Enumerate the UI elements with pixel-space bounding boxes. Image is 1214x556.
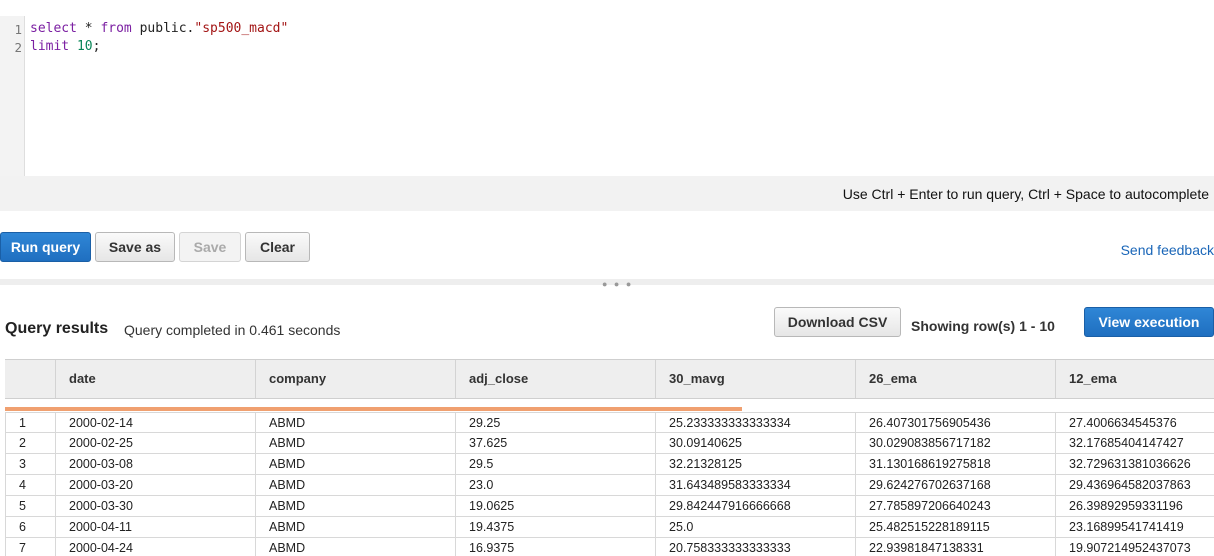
row-index-header	[5, 360, 55, 398]
column-header-date[interactable]: date	[55, 360, 255, 398]
row-index: 5	[5, 496, 55, 516]
keyboard-hint: Use Ctrl + Enter to run query, Ctrl + Sp…	[842, 186, 1209, 202]
table-cell: ABMD	[255, 433, 455, 453]
results-title: Query results	[5, 320, 109, 337]
table-cell: 32.729631381036626	[1055, 454, 1214, 474]
table-row: 7 2000-04-24 ABMD 16.9375 20.758333333333333…	[5, 538, 1214, 556]
code-token: "sp500_macd"	[194, 21, 289, 36]
query-status: Query completed in 0.461 seconds	[124, 322, 341, 338]
table-cell: 20.758333333333333	[655, 538, 855, 556]
table-cell: 2000-04-11	[55, 517, 255, 537]
row-index: 3	[5, 454, 55, 474]
code-token: *	[76, 21, 101, 36]
table-cell: 2000-03-20	[55, 475, 255, 495]
view-execution-button[interactable]: View execution	[1084, 307, 1214, 337]
table-cell: 23.16899541741419	[1055, 517, 1214, 537]
row-index: 1	[5, 413, 55, 433]
table-cell: 29.25	[455, 413, 655, 433]
table-cell: ABMD	[255, 517, 455, 537]
table-header: date company adj_close 30_mavg 26_ema 12_ema	[5, 359, 1214, 399]
table-row: 1 2000-02-14 ABMD 29.25 25.233333333333334 26…	[5, 412, 1214, 433]
sql-editor[interactable]: 12 select * from public."sp500_macd" limi…	[0, 16, 1214, 176]
table-row: 5 2000-03-30 ABMD 19.0625 29.842447916666668…	[5, 496, 1214, 517]
table-cell: 2000-02-25	[55, 433, 255, 453]
code-token: ;	[92, 39, 101, 54]
row-range-label: Showing row(s) 1 - 10	[911, 318, 1055, 334]
row-index: 7	[5, 538, 55, 556]
table-cell: ABMD	[255, 413, 455, 433]
code-token: 10	[76, 39, 93, 54]
table-cell: 29.436964582037863	[1055, 475, 1214, 495]
table-cell: 27.4006634545376	[1055, 413, 1214, 433]
line-number: 1	[14, 22, 22, 37]
table-cell: 29.624276702637168	[855, 475, 1055, 495]
table-cell: 29.5	[455, 454, 655, 474]
table-cell: 30.09140625	[655, 433, 855, 453]
code-line[interactable]: select * from public."sp500_macd"	[30, 21, 288, 36]
table-cell: 31.643489583333334	[655, 475, 855, 495]
progress-bar	[5, 407, 742, 411]
table-cell: 2000-02-14	[55, 413, 255, 433]
table-cell: ABMD	[255, 496, 455, 516]
row-index: 6	[5, 517, 55, 537]
table-cell: ABMD	[255, 538, 455, 556]
results-table: date company adj_close 30_mavg 26_ema 12_ema …	[5, 359, 1214, 556]
code-token: select	[30, 21, 77, 36]
code-token: from	[100, 21, 132, 36]
table-cell: 31.130168619275818	[855, 454, 1055, 474]
column-header-adj-close[interactable]: adj_close	[455, 360, 655, 398]
table-cell: 2000-04-24	[55, 538, 255, 556]
column-header-26-ema[interactable]: 26_ema	[855, 360, 1055, 398]
table-cell: 32.17685404147427	[1055, 433, 1214, 453]
table-cell: 2000-03-08	[55, 454, 255, 474]
clear-button[interactable]: Clear	[245, 232, 310, 262]
table-cell: 19.907214952437073	[1055, 538, 1214, 556]
table-cell: 30.029083856717182	[855, 433, 1055, 453]
table-cell: 23.0	[455, 475, 655, 495]
table-cell: 29.842447916666668	[655, 496, 855, 516]
code-token: public.	[131, 21, 195, 36]
table-body: 1 2000-02-14 ABMD 29.25 25.233333333333334 26…	[5, 412, 1214, 556]
table-cell: 25.233333333333334	[655, 413, 855, 433]
table-cell: 19.0625	[455, 496, 655, 516]
table-cell: 16.9375	[455, 538, 655, 556]
code-line[interactable]: limit 10;	[30, 39, 100, 54]
save-button[interactable]: Save	[179, 232, 241, 262]
column-header-company[interactable]: company	[255, 360, 455, 398]
table-cell: ABMD	[255, 454, 455, 474]
line-number: 2	[14, 40, 22, 55]
table-cell: 2000-03-30	[55, 496, 255, 516]
column-header-30-mavg[interactable]: 30_mavg	[655, 360, 855, 398]
editor-hint-bar: Use Ctrl + Enter to run query, Ctrl + Sp…	[0, 176, 1214, 211]
drag-handle-icon[interactable]: ● ● ●	[602, 279, 633, 289]
table-cell: 27.785897206640243	[855, 496, 1055, 516]
save-as-button[interactable]: Save as	[95, 232, 175, 262]
table-cell: 37.625	[455, 433, 655, 453]
table-cell: 25.0	[655, 517, 855, 537]
table-cell: 26.39892959331196	[1055, 496, 1214, 516]
table-cell: 32.21328125	[655, 454, 855, 474]
run-query-button[interactable]: Run query	[0, 232, 91, 262]
table-cell: ABMD	[255, 475, 455, 495]
send-feedback-link[interactable]: Send feedback	[1121, 242, 1214, 258]
table-row: 6 2000-04-11 ABMD 19.4375 25.0 25.48251522818…	[5, 517, 1214, 538]
table-row: 4 2000-03-20 ABMD 23.0 31.643489583333334 29.…	[5, 475, 1214, 496]
column-header-12-ema[interactable]: 12_ema	[1055, 360, 1214, 398]
table-cell: 19.4375	[455, 517, 655, 537]
table-row: 3 2000-03-08 ABMD 29.5 32.21328125 31.1301686…	[5, 454, 1214, 475]
table-cell: 26.407301756905436	[855, 413, 1055, 433]
table-cell: 22.93981847138331	[855, 538, 1055, 556]
code-token: limit	[30, 39, 70, 54]
table-row: 2 2000-02-25 ABMD 37.625 30.09140625 30.02908…	[5, 433, 1214, 454]
download-csv-button[interactable]: Download CSV	[774, 307, 901, 337]
table-cell: 25.482515228189115	[855, 517, 1055, 537]
row-index: 2	[5, 433, 55, 453]
row-index: 4	[5, 475, 55, 495]
line-number-gutter: 12	[0, 16, 25, 176]
